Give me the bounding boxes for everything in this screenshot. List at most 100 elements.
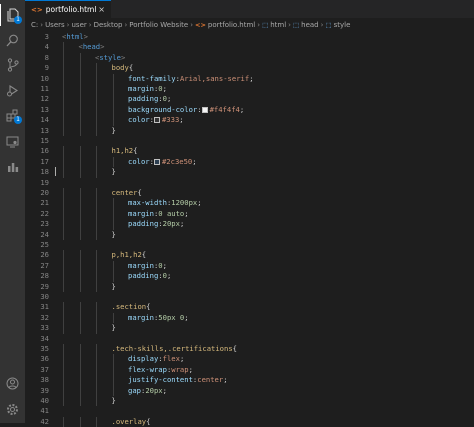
code-line[interactable]: 8 <style>	[25, 52, 474, 64]
breadcrumb-item[interactable]: Desktop	[94, 21, 123, 29]
indent-guide	[96, 94, 97, 105]
code-line[interactable]: 18}	[25, 167, 474, 178]
code-line[interactable]: 31 .section{	[25, 302, 474, 313]
code-line[interactable]: 33}	[25, 323, 474, 334]
indent-guide	[63, 385, 64, 396]
indent-guide	[96, 250, 97, 261]
breadcrumb-symbol[interactable]: style	[334, 21, 351, 29]
code-line[interactable]: 25	[25, 240, 474, 250]
breadcrumb-item[interactable]: Portfolio Website	[129, 21, 188, 29]
code-editor[interactable]: 3 <html> 4 <head> 8 <style> 9 body{10 font-famil…	[25, 32, 474, 427]
indent-guide	[112, 208, 114, 220]
code-line[interactable]: 27 margin:0;	[25, 260, 474, 272]
account-icon[interactable]	[0, 372, 25, 394]
breadcrumb-file[interactable]: portfolio.html	[208, 21, 255, 29]
code-text: }	[112, 230, 116, 240]
code-line[interactable]: 29}	[25, 281, 474, 292]
indent-guide	[96, 208, 97, 220]
explorer-icon[interactable]: 1	[0, 4, 25, 26]
color-swatch-icon[interactable]	[153, 158, 160, 165]
code-line[interactable]: 35 .tech-skills,.certifications{	[25, 344, 474, 355]
code-line[interactable]: 14 color: #333;	[25, 115, 474, 126]
code-text: margin:0 auto;	[128, 209, 189, 219]
indent-guide	[63, 156, 64, 168]
line-number: 12	[40, 94, 49, 104]
breadcrumb-item[interactable]: user	[71, 21, 86, 29]
code-line[interactable]: 42 .overlay{	[25, 416, 474, 427]
code-line[interactable]: 38 justify-content:center;	[25, 375, 474, 386]
code-line[interactable]: 13}	[25, 125, 474, 136]
code-line[interactable]: 16 h1,h2{	[25, 146, 474, 157]
code-line[interactable]: 24}	[25, 229, 474, 240]
close-icon[interactable]: ×	[98, 5, 105, 14]
code-line[interactable]: 11 margin:0;	[25, 84, 474, 95]
code-text: }	[112, 126, 116, 136]
extensions-badge: 1	[14, 116, 22, 124]
indent-guide	[63, 198, 64, 209]
code-token: ;	[239, 104, 245, 114]
chart-icon[interactable]	[0, 156, 25, 178]
search-icon[interactable]	[0, 29, 25, 51]
line-number: 19	[40, 177, 49, 187]
code-token: ;	[223, 375, 228, 385]
code-token: center	[111, 188, 138, 197]
code-line[interactable]: 39 gap:20px;	[25, 385, 474, 396]
code-text: <head>	[79, 42, 105, 52]
code-token: ;	[184, 208, 189, 218]
code-token: #333	[161, 115, 180, 125]
code-line[interactable]: 4 <head>	[25, 42, 474, 53]
code-line[interactable]: 22 margin:0 auto;	[25, 208, 474, 220]
code-token: {	[146, 302, 151, 312]
breadcrumb-symbol[interactable]: html	[270, 21, 286, 29]
code-line[interactable]: 9 body{	[25, 63, 474, 74]
code-line[interactable]: 23 padding:20px;	[25, 219, 474, 230]
code-text: font-family:Arial,sans-serif;	[128, 74, 254, 84]
indent-guide	[96, 354, 97, 365]
color-swatch-icon[interactable]	[201, 106, 208, 113]
code-token: }	[111, 281, 116, 291]
remote-explorer-icon[interactable]	[0, 131, 25, 153]
code-line[interactable]: 40}	[25, 396, 474, 407]
indent-guide	[96, 271, 97, 282]
indent-guide	[96, 229, 97, 240]
code-line[interactable]: 20 center{	[25, 188, 474, 199]
extensions-icon[interactable]: 1	[0, 104, 25, 126]
code-line[interactable]: 34	[25, 334, 474, 344]
code-line[interactable]: 15	[25, 136, 474, 146]
indent-guide	[96, 219, 97, 230]
code-line[interactable]: 19	[25, 178, 474, 188]
code-line[interactable]: 41	[25, 406, 474, 416]
code-line[interactable]: 26 p,h1,h2{	[25, 250, 474, 261]
code-line[interactable]: 17 color: #2c3e50;	[25, 156, 474, 168]
breadcrumb-symbol[interactable]: head	[301, 21, 318, 29]
line-number: 42	[40, 416, 49, 426]
code-line[interactable]: 28 padding:0;	[25, 271, 474, 282]
code-line[interactable]: 10 font-family:Arial,sans-serif;	[25, 73, 474, 84]
breadcrumb-item[interactable]: C:	[31, 21, 38, 29]
code-line[interactable]: 30	[25, 292, 474, 302]
code-line[interactable]: 13 background-color: #f4f4f4;	[25, 104, 474, 116]
code-line[interactable]: 3 <html>	[25, 32, 474, 42]
code-token: padding	[128, 219, 159, 229]
code-text: color: #333;	[128, 115, 184, 125]
code-line[interactable]: 12 padding:0;	[25, 94, 474, 105]
color-swatch-icon[interactable]	[153, 117, 160, 124]
breadcrumb-item[interactable]: Users	[45, 21, 65, 29]
indent-guide	[79, 94, 81, 105]
code-line[interactable]: 36 display:flex;	[25, 354, 474, 365]
tab-bar: <> portfolio.html ×	[25, 0, 474, 18]
source-control-icon[interactable]	[0, 54, 25, 76]
indent-guide	[96, 146, 97, 157]
code-line[interactable]: 21 max-width:1200px;	[25, 198, 474, 209]
indent-guide	[79, 198, 81, 209]
code-text: }	[112, 282, 116, 292]
indent-guide	[79, 63, 81, 74]
settings-gear-icon[interactable]	[0, 398, 25, 420]
indent-guide	[96, 396, 97, 407]
tab-portfolio-html[interactable]: <> portfolio.html ×	[25, 0, 111, 18]
code-line[interactable]: 32 margin:50px 0;	[25, 312, 474, 324]
code-line[interactable]: 37 flex-wrap:wrap;	[25, 364, 474, 376]
indent-guide	[112, 198, 114, 209]
run-debug-icon[interactable]	[0, 79, 25, 101]
line-number: 4	[44, 42, 49, 52]
